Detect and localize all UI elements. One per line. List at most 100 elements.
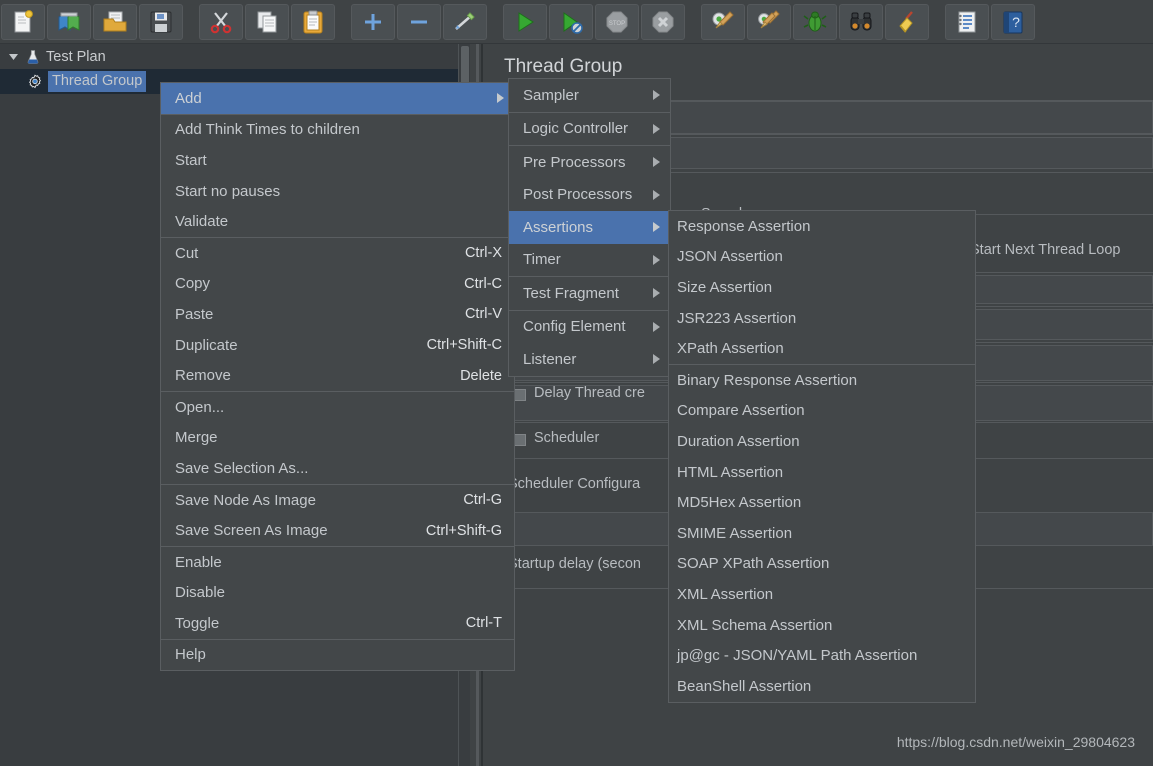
menu-item-paste[interactable]: Paste Ctrl-V [161, 299, 514, 330]
cut-button[interactable] [199, 3, 243, 40]
menu-item-help[interactable]: Help [161, 640, 514, 671]
menu-item-accelerator: Ctrl-G [463, 492, 502, 509]
menu-item-json-assertion[interactable]: JSON Assertion [669, 242, 975, 273]
menu-item-compare-assertion[interactable]: Compare Assertion [669, 396, 975, 427]
menu-item-validate[interactable]: Validate [161, 206, 514, 237]
menu-item-add[interactable]: Add [161, 83, 514, 114]
menu-item-save-node-as-image[interactable]: Save Node As Image Ctrl-G [161, 485, 514, 516]
menu-item-xml-assertion[interactable]: XML Assertion [669, 579, 975, 610]
assertions-submenu[interactable]: Response Assertion JSON Assertion Size Ass… [668, 210, 976, 703]
green-play-no-pause-icon [558, 9, 584, 35]
menu-item-merge[interactable]: Merge [161, 423, 514, 454]
menu-item-accelerator: Ctrl-X [464, 245, 502, 262]
node-context-menu[interactable]: Add Add Think Times to children Start Start… [160, 82, 515, 672]
search-button[interactable] [793, 3, 837, 40]
menu-item-soap-xpath-assertion[interactable]: SOAP XPath Assertion [669, 549, 975, 580]
submenu-arrow-icon [653, 157, 660, 168]
binoculars-icon [848, 9, 874, 35]
menu-item-label: Config Element [523, 318, 626, 336]
menu-item-copy[interactable]: Copy Ctrl-C [161, 269, 514, 300]
radio-start-next-label: Start Next Thread Loop [970, 242, 1121, 258]
menu-item-smime-assertion[interactable]: SMIME Assertion [669, 518, 975, 549]
clear-all-button[interactable] [747, 3, 791, 40]
menu-item-jp-gc-json-yaml-path-assertion[interactable]: jp@gc - JSON/YAML Path Assertion [669, 640, 975, 671]
menu-item-html-assertion[interactable]: HTML Assertion [669, 457, 975, 488]
checkbox-delay-thread-creation[interactable] [514, 389, 526, 401]
menu-item-label: Paste [175, 305, 214, 323]
paste-button[interactable] [291, 3, 335, 40]
expand-triangle-icon[interactable] [6, 50, 20, 64]
menu-item-label: Size Assertion [677, 278, 773, 296]
menu-item-sampler[interactable]: Sampler [509, 79, 670, 112]
menu-item-save-screen-as-image[interactable]: Save Screen As Image Ctrl+Shift-G [161, 515, 514, 546]
menu-item-disable[interactable]: Disable [161, 578, 514, 609]
save-floppy-icon [148, 9, 174, 35]
menu-item-duplicate[interactable]: Duplicate Ctrl+Shift-C [161, 330, 514, 361]
menu-item-beanshell-assertion[interactable]: BeanShell Assertion [669, 671, 975, 702]
menu-item-timer[interactable]: Timer [509, 244, 670, 277]
menu-item-assertions[interactable]: Assertions [509, 211, 670, 244]
menu-item-xml-schema-assertion[interactable]: XML Schema Assertion [669, 610, 975, 641]
menu-item-cut[interactable]: Cut Ctrl-X [161, 238, 514, 269]
help-button[interactable]: ? [991, 3, 1035, 40]
toolbar-separator [336, 21, 350, 22]
reset-search-button[interactable] [885, 3, 929, 40]
menu-item-label: Enable [175, 553, 222, 571]
open-button[interactable] [93, 3, 137, 40]
menu-item-label: Merge [175, 429, 218, 447]
checkbox-scheduler[interactable] [514, 434, 526, 446]
menu-item-label: Logic Controller [523, 120, 629, 138]
menu-item-start[interactable]: Start [161, 145, 514, 176]
menu-item-label: Assertions [523, 218, 594, 236]
menu-item-add-think-times-to-children[interactable]: Add Think Times to children [161, 115, 514, 146]
menu-item-start-no-pauses[interactable]: Start no pauses [161, 176, 514, 207]
add-submenu[interactable]: Sampler Logic Controller Pre Processors Pos… [508, 78, 671, 377]
menu-item-pre-processors[interactable]: Pre Processors [509, 146, 670, 179]
tree-node-test-plan[interactable]: Test Plan [0, 44, 470, 69]
menu-item-label: Save Screen As Image [175, 522, 328, 540]
templates-button[interactable] [47, 3, 91, 40]
menu-item-size-assertion[interactable]: Size Assertion [669, 272, 975, 303]
menu-item-jsr223-assertion[interactable]: JSR223 Assertion [669, 303, 975, 334]
menu-item-label: Timer [523, 251, 561, 269]
menu-item-label: XML Schema Assertion [677, 616, 833, 634]
startup-delay-label: Startup delay (secon [508, 556, 641, 572]
collapse-all-button[interactable] [397, 3, 441, 40]
submenu-arrow-icon [653, 222, 660, 233]
new-test-plan-button[interactable] [1, 3, 45, 40]
menu-item-response-assertion[interactable]: Response Assertion [669, 211, 975, 242]
toggle-button[interactable] [443, 3, 487, 40]
menu-item-post-processors[interactable]: Post Processors [509, 179, 670, 212]
menu-item-xpath-assertion[interactable]: XPath Assertion [669, 333, 975, 364]
menu-item-config-element[interactable]: Config Element [509, 311, 670, 344]
clear-button[interactable] [701, 3, 745, 40]
menu-item-binary-response-assertion[interactable]: Binary Response Assertion [669, 365, 975, 396]
menu-item-label: Remove [175, 367, 231, 385]
menu-item-label: Sampler [523, 86, 579, 104]
start-button[interactable] [503, 3, 547, 40]
function-helper-button[interactable] [945, 3, 989, 40]
toolbar-separator [686, 21, 700, 22]
toolbar-separator [184, 21, 198, 22]
start-no-pauses-button[interactable] [549, 3, 593, 40]
menu-item-enable[interactable]: Enable [161, 547, 514, 578]
search-binoculars-button[interactable] [839, 3, 883, 40]
menu-item-logic-controller[interactable]: Logic Controller [509, 113, 670, 146]
menu-item-save-selection-as[interactable]: Save Selection As... [161, 453, 514, 484]
menu-item-toggle[interactable]: Toggle Ctrl-T [161, 608, 514, 639]
tree-node-label: Test Plan [46, 48, 106, 65]
expand-all-button[interactable] [351, 3, 395, 40]
menu-item-label: Listener [523, 350, 577, 368]
stop-button[interactable]: STOP [595, 3, 639, 40]
shutdown-button[interactable] [641, 3, 685, 40]
copy-button[interactable] [245, 3, 289, 40]
menu-item-listener[interactable]: Listener [509, 343, 670, 376]
menu-item-duration-assertion[interactable]: Duration Assertion [669, 426, 975, 457]
menu-item-remove[interactable]: Remove Delete [161, 360, 514, 391]
menu-item-md5hex-assertion[interactable]: MD5Hex Assertion [669, 487, 975, 518]
menu-item-open[interactable]: Open... [161, 392, 514, 423]
menu-item-test-fragment[interactable]: Test Fragment [509, 277, 670, 310]
save-button[interactable] [139, 3, 183, 40]
menu-item-label: XPath Assertion [677, 340, 784, 358]
menu-item-accelerator: Ctrl-T [465, 615, 502, 632]
